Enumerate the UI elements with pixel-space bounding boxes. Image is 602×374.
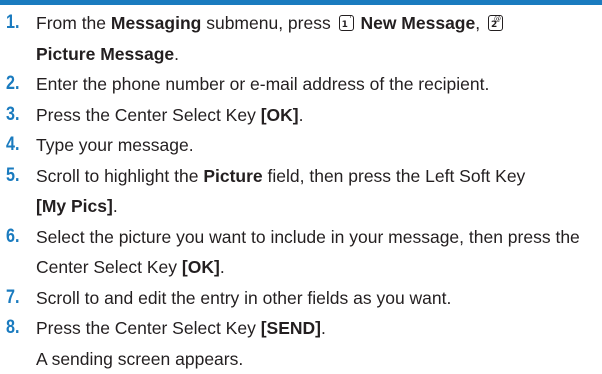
new-message-option: New Message — [360, 13, 475, 33]
step-2: 2. Enter the phone number or e-mail addr… — [6, 69, 596, 100]
step-5: 5. Scroll to highlight the Picture field… — [6, 161, 596, 222]
step-number: 4. — [6, 130, 30, 161]
key-2-icon: 2@ — [488, 15, 503, 31]
step-1: 1. From the Messaging submenu, press 1' … — [6, 8, 596, 69]
key-1-icon: 1' — [339, 15, 354, 31]
steps-list: 1. From the Messaging submenu, press 1' … — [6, 8, 596, 374]
step-number: 8. — [6, 313, 30, 344]
picture-field-label: Picture — [203, 166, 262, 186]
my-pics-key-label: [My Pics] — [36, 196, 113, 216]
send-key-label: [SEND] — [261, 318, 321, 338]
messaging-menu-name: Messaging — [111, 13, 201, 33]
step-number: 7. — [6, 283, 30, 314]
step-number: 5. — [6, 161, 30, 192]
picture-message-option: Picture Message — [36, 44, 174, 64]
step-number: 6. — [6, 222, 30, 253]
step-number: 1. — [6, 8, 30, 39]
ok-key-label: [OK] — [182, 257, 220, 277]
step-3: 3. Press the Center Select Key [OK]. — [6, 100, 596, 131]
top-rule — [0, 0, 602, 5]
step-6: 6. Select the picture you want to includ… — [6, 222, 596, 283]
ok-key-label: [OK] — [261, 105, 299, 125]
step-8: 8. Press the Center Select Key [SEND]. — [6, 313, 596, 344]
step-number: 2. — [6, 69, 30, 100]
sending-screen-note: A sending screen appears. — [6, 344, 596, 374]
step-7: 7. Scroll to and edit the entry in other… — [6, 283, 596, 314]
step-4: 4. Type your message. — [6, 130, 596, 161]
step-number: 3. — [6, 100, 30, 131]
